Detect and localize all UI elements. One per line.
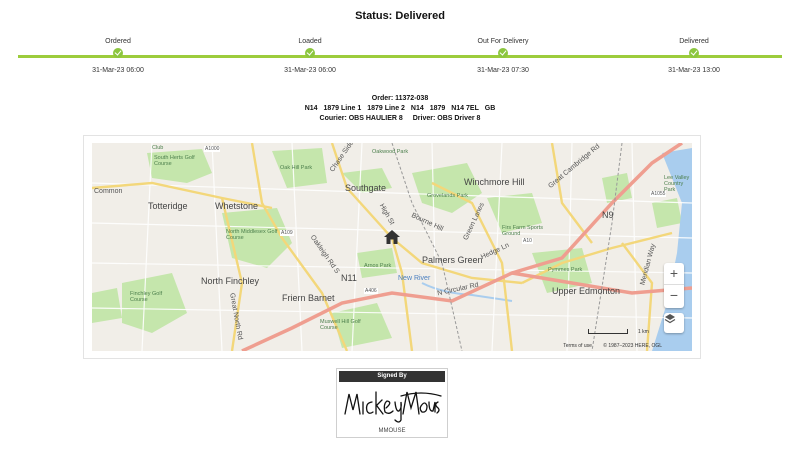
map-place-label: N9 xyxy=(602,210,614,220)
signed-by-header: Signed By xyxy=(339,371,445,382)
timeline-step-ordered: Ordered 31-Mar-23 06:00 xyxy=(58,36,178,74)
map-attribution: Terms of use © 1987–2023 HERE, OGL xyxy=(553,343,662,349)
map-park-label: Finchley Golf Course xyxy=(130,291,163,303)
map-place-label: Friern Barnet xyxy=(282,293,335,303)
timeline-step-label: Delivered xyxy=(679,38,709,45)
map-place-label: N11 xyxy=(341,273,357,283)
check-icon xyxy=(498,48,508,58)
map-water-label: New River xyxy=(398,275,431,282)
timeline-step-label: Ordered xyxy=(105,38,131,45)
map-park-label: Lee Valley Country Park xyxy=(664,175,690,193)
address-part: N14 xyxy=(410,105,424,112)
signature-panel: Signed By MMOUSE xyxy=(336,368,448,438)
map-park-label: Pymmes Park xyxy=(548,267,583,273)
map-park-label: Oakwood Park xyxy=(372,149,409,155)
timeline-step-time: 31-Mar-23 06:00 xyxy=(92,67,144,74)
timeline-step-loaded: Loaded 31-Mar-23 06:00 xyxy=(250,36,370,74)
timeline-step-out-for-delivery: Out For Delivery 31-Mar-23 07:30 xyxy=(443,36,563,74)
zoom-control: + − xyxy=(664,263,684,308)
map-place-label: Totteridge xyxy=(148,201,188,211)
map-place-label: Upper Edmonton xyxy=(552,286,621,296)
map-copyright: © 1987–2023 HERE, OGL xyxy=(603,343,662,349)
signer-name: MMOUSE xyxy=(378,428,406,434)
map-container: Southgate Winchmore Hill Totteridge Whet… xyxy=(83,135,701,359)
signature-image xyxy=(341,384,443,424)
address-part: 1879 Line 1 xyxy=(323,105,362,112)
zoom-out-button[interactable]: − xyxy=(664,285,684,307)
road-shield: A1000 xyxy=(204,146,221,152)
delivery-address: N14 1879 Line 1 1879 Line 2 N14 1879 N14… xyxy=(0,104,800,114)
terms-of-use-link[interactable]: Terms of use xyxy=(563,343,592,349)
timeline-step-time: 31-Mar-23 06:00 xyxy=(284,67,336,74)
check-icon xyxy=(113,48,123,58)
courier-driver: Courier: OBS HAULIER 8 Driver: OBS Drive… xyxy=(0,114,800,124)
map-scale-label: 1 km xyxy=(638,329,649,335)
map-park-label: Firs Farm Sports Ground xyxy=(502,225,543,237)
address-part: 1879 xyxy=(429,105,446,112)
order-number: Order: 11372-038 xyxy=(371,95,429,102)
map-place-label: Whetstone xyxy=(215,201,259,211)
timeline-step-delivered: Delivered 31-Mar-23 13:00 xyxy=(634,36,754,74)
timeline-step-time: 31-Mar-23 13:00 xyxy=(668,67,720,74)
address-part: GB xyxy=(484,105,496,112)
map-scale-bar xyxy=(588,329,628,334)
map-park-label: Muswell Hill Golf Course xyxy=(320,319,361,331)
road-shield: A1055 xyxy=(650,191,667,197)
status-title: Status: Delivered xyxy=(355,10,445,22)
map-park-label: Arnos Park xyxy=(364,263,392,269)
map-place-label: Winchmore Hill xyxy=(464,177,525,187)
zoom-in-button[interactable]: + xyxy=(664,263,684,285)
timeline-step-label: Out For Delivery xyxy=(477,38,529,45)
order-info: Order: 11372-038 N14 1879 Line 1 1879 Li… xyxy=(0,94,800,124)
timeline-step-label: Loaded xyxy=(298,38,322,45)
map-place-label: Palmers Green xyxy=(422,255,483,265)
address-part: 1879 Line 2 xyxy=(367,105,405,112)
map-place-label: North Finchley xyxy=(201,276,260,286)
address-part: N14 xyxy=(304,105,318,112)
delivery-map[interactable]: Southgate Winchmore Hill Totteridge Whet… xyxy=(92,143,692,351)
driver-name: Driver: OBS Driver 8 xyxy=(412,115,481,122)
map-park-label: North Middlesex Golf Course xyxy=(226,229,278,241)
map-park-label: Oak Hill Park xyxy=(280,165,313,171)
map-place-label: Southgate xyxy=(345,183,387,193)
map-park-label: Grovelands Park xyxy=(427,193,468,199)
map-park-label: South Herts Golf Course xyxy=(154,155,195,167)
map-canvas xyxy=(92,143,692,351)
layers-icon[interactable] xyxy=(664,313,684,333)
road-shield: A109 xyxy=(280,230,294,236)
map-road-label: Common xyxy=(94,188,123,195)
address-part: N14 7EL xyxy=(451,105,479,112)
road-shield: A10 xyxy=(522,238,533,244)
handwritten-signature xyxy=(344,391,442,423)
check-icon xyxy=(689,48,699,58)
road-shield: A406 xyxy=(364,288,378,294)
map-parks xyxy=(92,148,682,348)
delivery-timeline: Ordered 31-Mar-23 06:00 Loaded 31-Mar-23… xyxy=(18,36,782,76)
map-park-label: Club xyxy=(152,145,164,151)
check-icon xyxy=(305,48,315,58)
timeline-step-time: 31-Mar-23 07:30 xyxy=(477,67,529,74)
courier-name: Courier: OBS HAULIER 8 xyxy=(319,115,403,122)
